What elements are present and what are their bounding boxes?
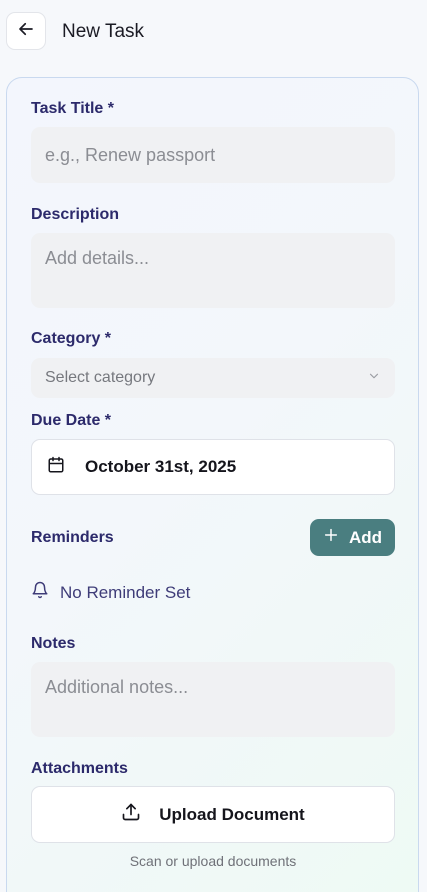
upload-document-button[interactable]: Upload Document [31, 786, 395, 843]
description-textarea[interactable] [31, 233, 395, 308]
category-label: Category * [31, 330, 112, 347]
task-title-input[interactable] [31, 127, 395, 183]
category-select-value: Select category [45, 369, 156, 386]
calendar-icon [47, 456, 65, 479]
category-select[interactable]: Select category [31, 358, 395, 398]
upload-icon [121, 802, 141, 827]
arrow-left-icon [17, 20, 35, 43]
upload-document-label: Upload Document [159, 804, 305, 824]
reminder-status: No Reminder Set [31, 581, 190, 604]
task-title-label: Task Title * [31, 100, 114, 117]
back-button[interactable] [6, 12, 46, 50]
due-date-value: October 31st, 2025 [85, 457, 237, 476]
notes-label: Notes [31, 635, 76, 652]
chevron-down-icon [367, 369, 381, 388]
notes-textarea[interactable] [31, 662, 395, 737]
due-date-label: Due Date * [31, 412, 112, 429]
plus-icon [323, 527, 339, 548]
add-reminder-label: Add [348, 527, 383, 547]
new-task-screen: New Task Task Title * Description Catego… [0, 0, 427, 892]
add-reminder-button[interactable]: Add [310, 519, 395, 556]
due-date-picker[interactable]: October 31st, 2025 [31, 439, 395, 495]
reminders-label: Reminders [31, 529, 114, 546]
reminder-status-text: No Reminder Set [60, 582, 191, 602]
attachments-label: Attachments [31, 760, 128, 777]
description-label: Description [31, 206, 120, 223]
page-title: New Task [62, 21, 145, 42]
bell-icon [31, 581, 49, 604]
upload-hint: Scan or upload documents [129, 853, 297, 869]
